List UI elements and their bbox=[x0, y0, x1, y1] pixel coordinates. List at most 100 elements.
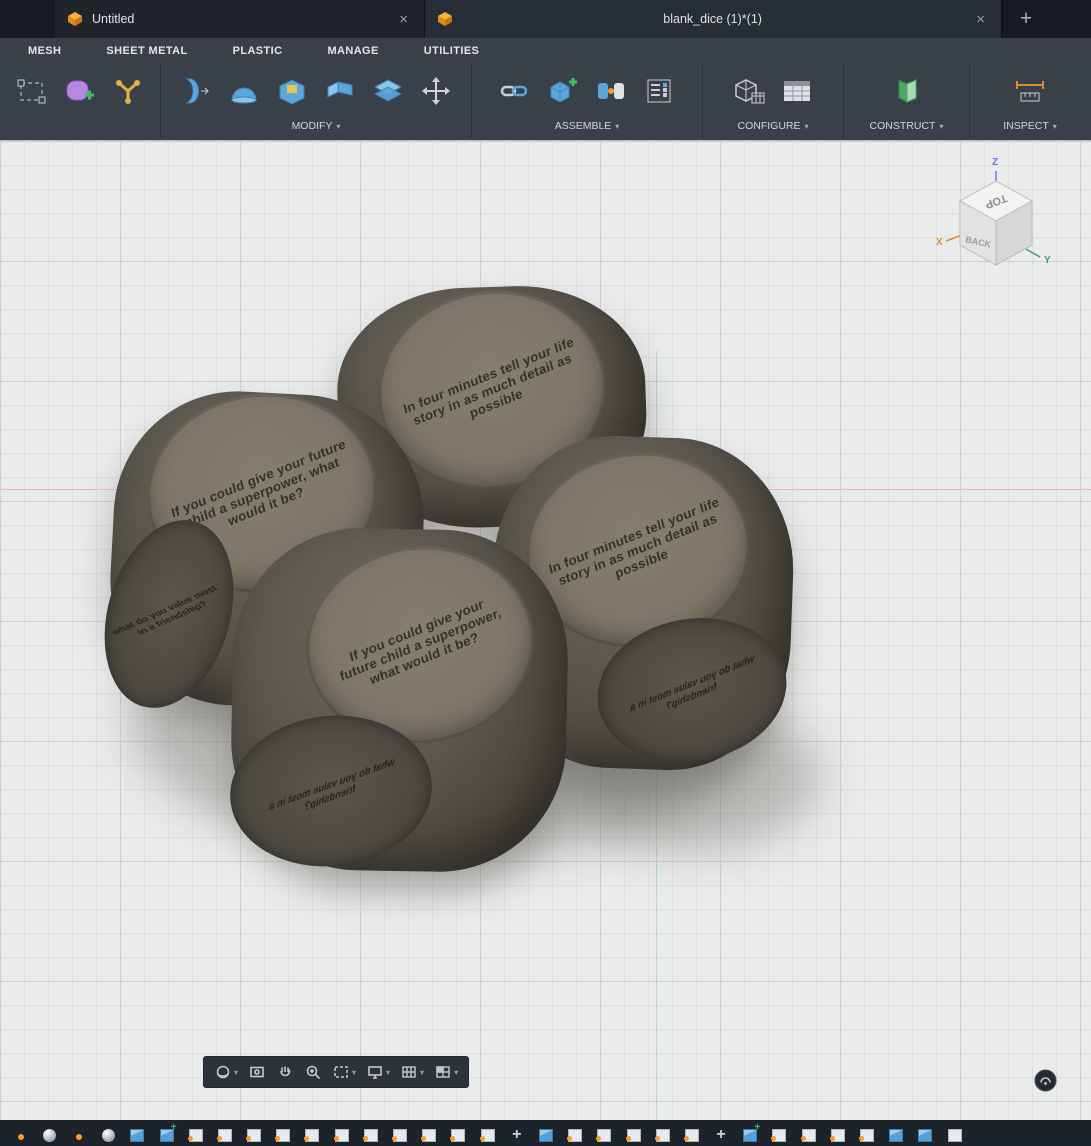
timeline-feature-icon[interactable] bbox=[683, 1124, 700, 1142]
timeline-feature-icon[interactable] bbox=[71, 1124, 87, 1142]
timeline-feature-icon[interactable] bbox=[275, 1124, 291, 1142]
inspect-label: INSPECT bbox=[1003, 120, 1049, 132]
move-icon[interactable] bbox=[413, 69, 459, 113]
chevron-down-icon: ▾ bbox=[352, 1067, 357, 1077]
ribbon-tab-manage[interactable]: MANAGE bbox=[327, 45, 401, 57]
timeline-feature-icon[interactable] bbox=[917, 1124, 933, 1142]
timeline-feature-icon[interactable] bbox=[742, 1122, 760, 1142]
model-viewport-canvas[interactable]: In four minutes tell your life story in … bbox=[0, 140, 1091, 1121]
document-tab-title: blank_dice (1)*(1) bbox=[663, 12, 762, 26]
pan-button[interactable] bbox=[272, 1060, 298, 1084]
timeline-feature-icon[interactable] bbox=[246, 1124, 262, 1142]
document-tab-bar: Untitled × blank_dice (1)*(1) × + bbox=[0, 0, 1091, 38]
timeline-feature-icon[interactable] bbox=[859, 1124, 875, 1142]
construct-dropdown[interactable]: CONSTRUCT ▾ bbox=[870, 117, 944, 135]
design-history-timeline[interactable] bbox=[0, 1120, 1091, 1146]
timeline-feature-icon[interactable] bbox=[129, 1124, 145, 1142]
timeline-feature-icon[interactable] bbox=[13, 1124, 29, 1142]
ribbon-group-modify: MODIFY ▾ bbox=[161, 64, 472, 138]
ribbon-group-configure: CONFIGURE ▾ bbox=[703, 64, 844, 138]
chevron-down-icon: ▾ bbox=[804, 121, 809, 131]
chevron-down-icon: ▾ bbox=[615, 121, 620, 131]
timeline-feature-icon[interactable] bbox=[333, 1124, 350, 1142]
ribbon-tab-utilities[interactable]: UTILITIES bbox=[424, 45, 503, 57]
assemble-dropdown[interactable]: ASSEMBLE ▾ bbox=[555, 117, 620, 135]
construct-plane-icon[interactable] bbox=[884, 69, 930, 113]
timeline-feature-icon[interactable] bbox=[509, 1124, 525, 1142]
timeline-feature-icon[interactable] bbox=[713, 1124, 729, 1142]
timeline-feature-icon[interactable] bbox=[538, 1124, 554, 1142]
measure-icon[interactable] bbox=[1007, 69, 1053, 113]
construct-label: CONSTRUCT bbox=[869, 120, 936, 132]
document-tab-untitled[interactable]: Untitled × bbox=[55, 0, 425, 38]
ribbon-tab-sheet-metal[interactable]: SHEET METAL bbox=[106, 45, 210, 57]
bom-list-icon[interactable] bbox=[636, 69, 682, 113]
die-face-text: If you could give your future child a su… bbox=[337, 596, 503, 688]
timeline-feature-icon[interactable] bbox=[392, 1124, 408, 1142]
chevron-down-icon: ▾ bbox=[420, 1067, 425, 1077]
viewcube-cube-graphic[interactable]: TOP BACK bbox=[936, 159, 1056, 281]
timeline-feature-icon[interactable] bbox=[159, 1122, 177, 1142]
ribbon-icon-row: MODIFY ▾ ASSEMBLE ▾ CONFIGURE ▾ CONSTRUC… bbox=[0, 64, 1091, 138]
ribbon-tab-plastic[interactable]: PLASTIC bbox=[233, 45, 306, 57]
viewcube-x-axis-label: X bbox=[936, 237, 943, 248]
box-select-icon[interactable] bbox=[9, 69, 55, 113]
timeline-feature-icon[interactable] bbox=[654, 1124, 671, 1142]
window-zoom-button[interactable]: ▾ bbox=[328, 1060, 360, 1084]
split-icon[interactable] bbox=[365, 69, 411, 113]
grid-settings-button[interactable]: ▾ bbox=[396, 1060, 428, 1084]
ribbon-tab-mesh[interactable]: MESH bbox=[28, 45, 84, 57]
convergence-icon[interactable] bbox=[105, 69, 151, 113]
configuration-table-icon[interactable] bbox=[774, 69, 820, 113]
dome-icon[interactable] bbox=[221, 69, 267, 113]
configure-dropdown[interactable]: CONFIGURE ▾ bbox=[737, 117, 808, 135]
timeline-feature-icon[interactable] bbox=[567, 1124, 583, 1142]
insert-link-icon[interactable] bbox=[492, 69, 538, 113]
hole-icon[interactable] bbox=[269, 69, 315, 113]
viewports-button[interactable]: ▾ bbox=[430, 1060, 462, 1084]
assemble-label: ASSEMBLE bbox=[554, 120, 612, 132]
look-at-button[interactable] bbox=[244, 1060, 270, 1084]
timeline-feature-icon[interactable] bbox=[216, 1124, 233, 1142]
timeline-feature-icon[interactable] bbox=[304, 1124, 320, 1142]
configure-component-icon[interactable] bbox=[726, 69, 772, 113]
ribbon-group-inspect: INSPECT ▾ bbox=[970, 64, 1090, 138]
timeline-feature-icon[interactable] bbox=[479, 1124, 496, 1142]
chevron-down-icon: ▾ bbox=[1052, 121, 1057, 131]
new-tab-button[interactable]: + bbox=[1002, 0, 1049, 38]
timeline-feature-icon[interactable] bbox=[947, 1124, 963, 1142]
fold-icon[interactable] bbox=[317, 69, 363, 113]
timeline-feature-icon[interactable] bbox=[421, 1124, 437, 1142]
close-tab-icon[interactable]: × bbox=[395, 10, 412, 29]
joint-icon[interactable] bbox=[588, 69, 634, 113]
document-tab-blank-dice[interactable]: blank_dice (1)*(1) × bbox=[425, 0, 1002, 38]
timeline-feature-icon[interactable] bbox=[187, 1124, 204, 1142]
timeline-feature-icon[interactable] bbox=[362, 1124, 379, 1142]
modify-dropdown[interactable]: MODIFY ▾ bbox=[292, 117, 341, 135]
fusion-360-window: Untitled × blank_dice (1)*(1) × + MESH S… bbox=[0, 0, 1091, 1146]
new-component-icon[interactable] bbox=[540, 69, 586, 113]
chevron-down-icon: ▾ bbox=[939, 121, 944, 131]
form-icon[interactable] bbox=[57, 69, 103, 113]
timeline-feature-icon[interactable] bbox=[100, 1124, 116, 1142]
timeline-feature-icon[interactable] bbox=[42, 1124, 58, 1142]
toolbar-ribbon: MESH SHEET METAL PLASTIC MANAGE UTILITIE… bbox=[0, 38, 1091, 141]
orbit-button[interactable]: ▾ bbox=[210, 1060, 242, 1084]
close-tab-icon[interactable]: × bbox=[972, 10, 989, 29]
timeline-feature-icon[interactable] bbox=[800, 1124, 817, 1142]
die-side-text: what do you value most in a friendship? bbox=[268, 755, 396, 814]
view-cube[interactable]: Z X Y TOP BACK bbox=[936, 157, 1056, 281]
thicken-icon[interactable] bbox=[173, 69, 219, 113]
inspect-dropdown[interactable]: INSPECT ▾ bbox=[1003, 117, 1057, 135]
timeline-feature-icon[interactable] bbox=[596, 1124, 612, 1142]
zoom-button[interactable] bbox=[300, 1060, 326, 1084]
timeline-feature-icon[interactable] bbox=[625, 1124, 642, 1142]
timeline-feature-icon[interactable] bbox=[829, 1124, 846, 1142]
timeline-feature-icon[interactable] bbox=[450, 1124, 466, 1142]
timeline-feature-icon[interactable] bbox=[771, 1124, 787, 1142]
timeline-feature-icon[interactable] bbox=[888, 1124, 904, 1142]
help-assistant-badge[interactable] bbox=[1034, 1069, 1057, 1092]
die-face-text: In four minutes tell your life story in … bbox=[401, 334, 575, 429]
die-face-text: In four minutes tell your life story in … bbox=[547, 494, 721, 589]
display-settings-button[interactable]: ▾ bbox=[362, 1060, 394, 1084]
